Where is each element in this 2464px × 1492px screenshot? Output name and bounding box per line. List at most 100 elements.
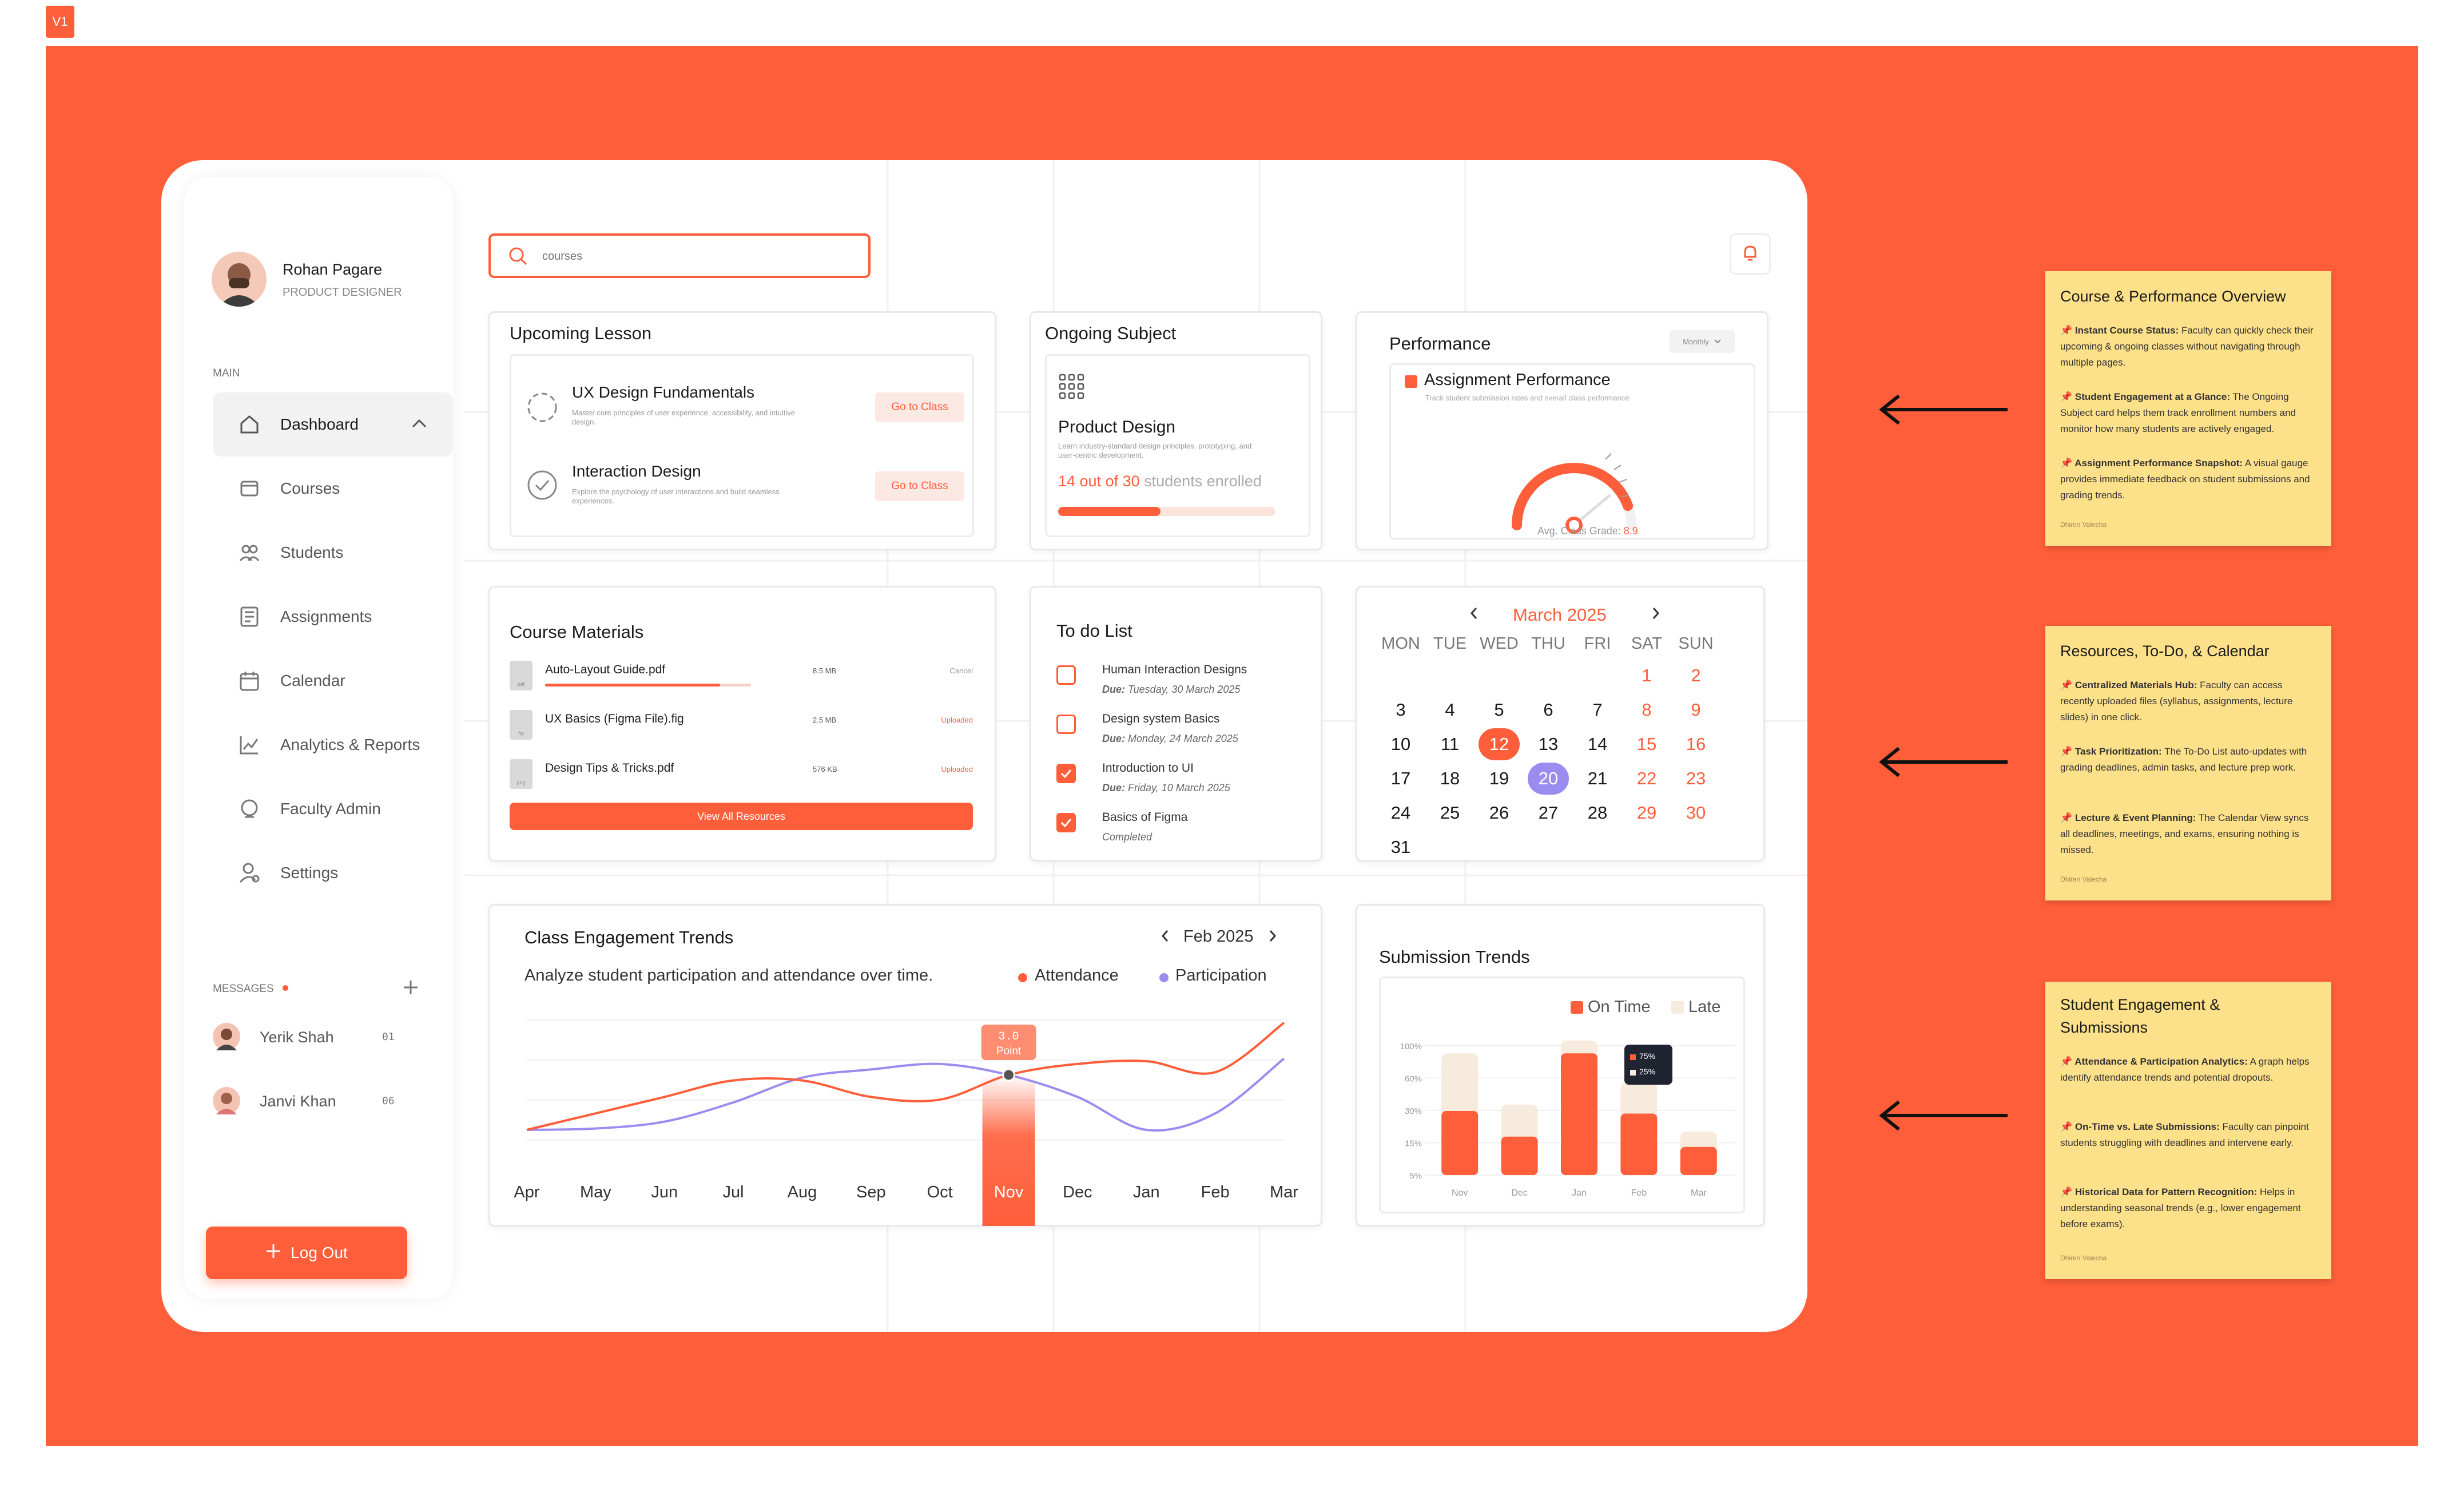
x-tick-label: Jun (651, 1183, 678, 1201)
avatar[interactable] (212, 252, 267, 307)
file-status[interactable]: Cancel (950, 666, 973, 675)
calendar-day[interactable]: 12 (1475, 734, 1523, 755)
message-row[interactable]: Yerik Shah 01 (213, 1023, 430, 1057)
calendar-card: March 2025 MON TUE WED THU FRI SAT SUN 1 2 3 4 5 6 7 8… (1356, 586, 1765, 862)
period-dropdown[interactable]: Monthly (1670, 330, 1735, 353)
calendar-day[interactable]: 2 (1672, 665, 1720, 686)
calendar-day[interactable]: 17 (1377, 768, 1425, 789)
calendar-day[interactable]: 30 (1672, 803, 1720, 823)
calendar-day[interactable]: 3 (1377, 700, 1425, 720)
search-input[interactable] (542, 246, 851, 267)
calendar-day[interactable]: 10 (1377, 734, 1425, 755)
calendar-day[interactable]: 6 (1524, 700, 1572, 720)
chevron-right-icon[interactable] (1267, 928, 1278, 946)
data-point[interactable] (1002, 1068, 1016, 1082)
legend-participation: Participation (1175, 966, 1267, 985)
todo-checkbox[interactable] (1056, 715, 1076, 734)
file-row[interactable]: fig UX Basics (Figma File).fig 2.5 MB Uploa… (510, 710, 973, 744)
grade-value: 8.9 (1623, 525, 1638, 537)
go-to-class-button[interactable]: Go to Class (875, 471, 964, 501)
add-message-icon[interactable] (402, 978, 420, 999)
calendar-day[interactable]: 8 (1623, 700, 1671, 720)
calendar-day[interactable]: 31 (1377, 837, 1425, 858)
notification-button[interactable] (1730, 233, 1771, 275)
calendar-day[interactable]: 26 (1475, 803, 1523, 823)
calendar-day[interactable]: 18 (1426, 768, 1474, 789)
sidebar-item-assignments[interactable]: Assignments (213, 585, 453, 649)
calendar-day[interactable]: 28 (1573, 803, 1622, 823)
late-bar[interactable] (1441, 1053, 1479, 1117)
chevron-up-icon[interactable] (411, 416, 428, 433)
sidebar-item-courses[interactable]: Courses (213, 457, 453, 521)
todo-item[interactable]: Basics of Figma Completed (1056, 811, 1308, 852)
calendar-day[interactable]: 7 (1573, 700, 1622, 720)
calendar-day[interactable]: 4 (1426, 700, 1474, 720)
calendar-day[interactable]: 29 (1623, 803, 1671, 823)
go-to-class-button[interactable]: Go to Class (875, 392, 964, 422)
message-row[interactable]: Janvi Khan 06 (213, 1087, 430, 1121)
calendar-day[interactable]: 25 (1426, 803, 1474, 823)
ontime-bar[interactable] (1441, 1111, 1479, 1175)
logout-button[interactable]: Log Out (206, 1227, 407, 1279)
sidebar-item-label: Courses (280, 479, 340, 497)
note-point: 📌 Historical Data for Pattern Recognitio… (2060, 1184, 2318, 1232)
note-point: 📌 On-Time vs. Late Submissions: Faculty … (2060, 1119, 2318, 1151)
todo-checkbox[interactable] (1056, 813, 1076, 832)
sidebar-item-label: Analytics & Reports (280, 736, 420, 753)
calendar-day[interactable]: 9 (1672, 700, 1720, 720)
calendar-day[interactable]: 13 (1524, 734, 1572, 755)
chevron-left-icon[interactable] (1159, 928, 1171, 946)
sidebar-item-faculty-admin[interactable]: Faculty Admin (213, 777, 453, 841)
tooltip-dot-ontime (1630, 1054, 1636, 1060)
ontime-bar[interactable] (1561, 1053, 1597, 1175)
highlight-column (982, 1075, 1035, 1226)
calendar-day[interactable]: 20 (1524, 768, 1572, 789)
calendar-day[interactable]: 24 (1377, 803, 1425, 823)
todo-checkbox[interactable] (1056, 665, 1076, 685)
note-point-head: 📌 Lecture & Event Planning: (2060, 812, 2196, 823)
calendar-day[interactable]: 23 (1672, 768, 1720, 789)
file-row[interactable]: pdf Auto-Layout Guide.pdf 8.5 MB Cancel (510, 661, 973, 695)
chevron-right-icon[interactable] (1650, 606, 1662, 624)
card-title: Upcoming Lesson (510, 323, 652, 343)
ongoing-subject-card: Ongoing Subject Product Design Learn ind… (1030, 311, 1322, 550)
calendar-day[interactable]: 1 (1623, 665, 1671, 686)
search-bar[interactable] (488, 233, 871, 278)
weekday-label: THU (1531, 634, 1565, 653)
faculty-icon (236, 795, 263, 823)
sidebar-item-dashboard[interactable]: Dashboard (213, 392, 453, 457)
message-name: Yerik Shah (260, 1029, 334, 1046)
lesson-title: UX Design Fundamentals (572, 383, 755, 401)
sticky-note-resources: Resources, To-Do, & Calendar 📌 Centraliz… (2045, 626, 2331, 900)
calendar-day[interactable]: 15 (1623, 734, 1671, 755)
calendar-day[interactable]: 14 (1573, 734, 1622, 755)
sidebar-item-label: Calendar (280, 672, 345, 689)
view-all-resources-button[interactable]: View All Resources (510, 803, 973, 830)
note-point-head: 📌 Historical Data for Pattern Recognitio… (2060, 1187, 2258, 1197)
calendar-day[interactable]: 11 (1426, 734, 1474, 755)
todo-item[interactable]: Human Interaction Designs Due: Tuesday, 3… (1056, 663, 1308, 704)
sidebar-item-label: Settings (280, 864, 339, 882)
avatar-portrait-icon (216, 1029, 237, 1050)
file-row[interactable]: png Design Tips & Tricks.pdf 576 KB Uploade… (510, 759, 973, 793)
sidebar-item-analytics[interactable]: Analytics & Reports (213, 713, 453, 777)
ontime-bar[interactable] (1501, 1136, 1538, 1175)
engagement-card: Class Engagement Trends Feb 2025 Analyze… (488, 904, 1322, 1227)
calendar-day[interactable]: 22 (1623, 768, 1671, 789)
sidebar-item-calendar[interactable]: Calendar (213, 649, 453, 713)
sidebar: Rohan Pagare PRODUCT DESIGNER MAIN Dashb… (184, 177, 453, 1299)
ontime-bar[interactable] (1680, 1146, 1717, 1175)
chevron-left-icon[interactable] (1468, 606, 1480, 624)
calendar-day[interactable]: 21 (1573, 768, 1622, 789)
sidebar-item-students[interactable]: Students (213, 521, 453, 585)
sidebar-item-settings[interactable]: Settings (213, 841, 453, 905)
todo-checkbox[interactable] (1056, 764, 1076, 783)
todo-item[interactable]: Design system Basics Due: Monday, 24 Marc… (1056, 712, 1308, 753)
calendar-day[interactable]: 5 (1475, 700, 1523, 720)
calendar-day[interactable]: 27 (1524, 803, 1572, 823)
todo-item[interactable]: Introduction to UI Due: Friday, 10 March … (1056, 761, 1308, 803)
calendar-day[interactable]: 19 (1475, 768, 1523, 789)
calendar-day[interactable]: 16 (1672, 734, 1720, 755)
weekday-label: TUE (1433, 634, 1467, 653)
ontime-bar[interactable] (1620, 1113, 1658, 1175)
